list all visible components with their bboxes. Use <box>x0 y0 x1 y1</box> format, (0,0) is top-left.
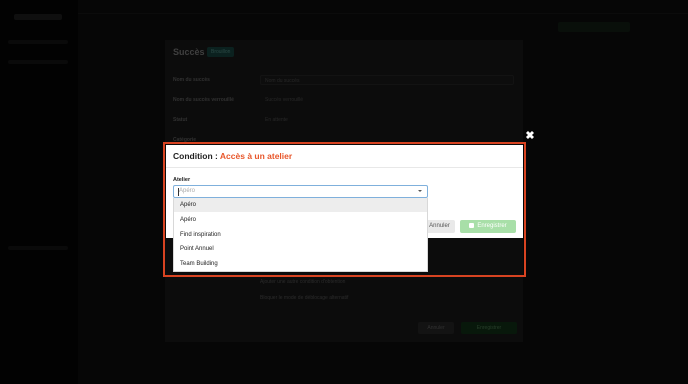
divider <box>166 167 523 168</box>
cancel-button[interactable]: Annuler <box>424 220 455 233</box>
dropdown-option[interactable]: Apéro <box>174 198 427 212</box>
dropdown-option[interactable]: Find inspiration <box>174 228 427 242</box>
save-button[interactable]: Enregistrer <box>460 220 516 233</box>
atelier-select[interactable]: Apéro <box>173 185 428 198</box>
dropdown-option[interactable]: Team Building <box>174 257 427 271</box>
title-prefix: Condition : <box>173 151 218 161</box>
close-icon[interactable]: ✖ <box>525 131 535 142</box>
atelier-dropdown-list: Apéro Apéro Find inspiration Point Annue… <box>173 198 428 272</box>
save-icon <box>469 222 475 228</box>
condition-modal-title: Condition : Accès à un atelier <box>173 151 292 161</box>
chevron-down-icon[interactable] <box>418 190 422 192</box>
select-value: Apéro <box>179 188 196 194</box>
save-button-label: Enregistrer <box>477 223 507 229</box>
dropdown-option[interactable]: Apéro <box>174 213 427 227</box>
title-accent: Accès à un atelier <box>219 151 293 161</box>
atelier-label: Atelier <box>173 177 191 183</box>
dropdown-option[interactable]: Point Annuel <box>174 242 427 256</box>
